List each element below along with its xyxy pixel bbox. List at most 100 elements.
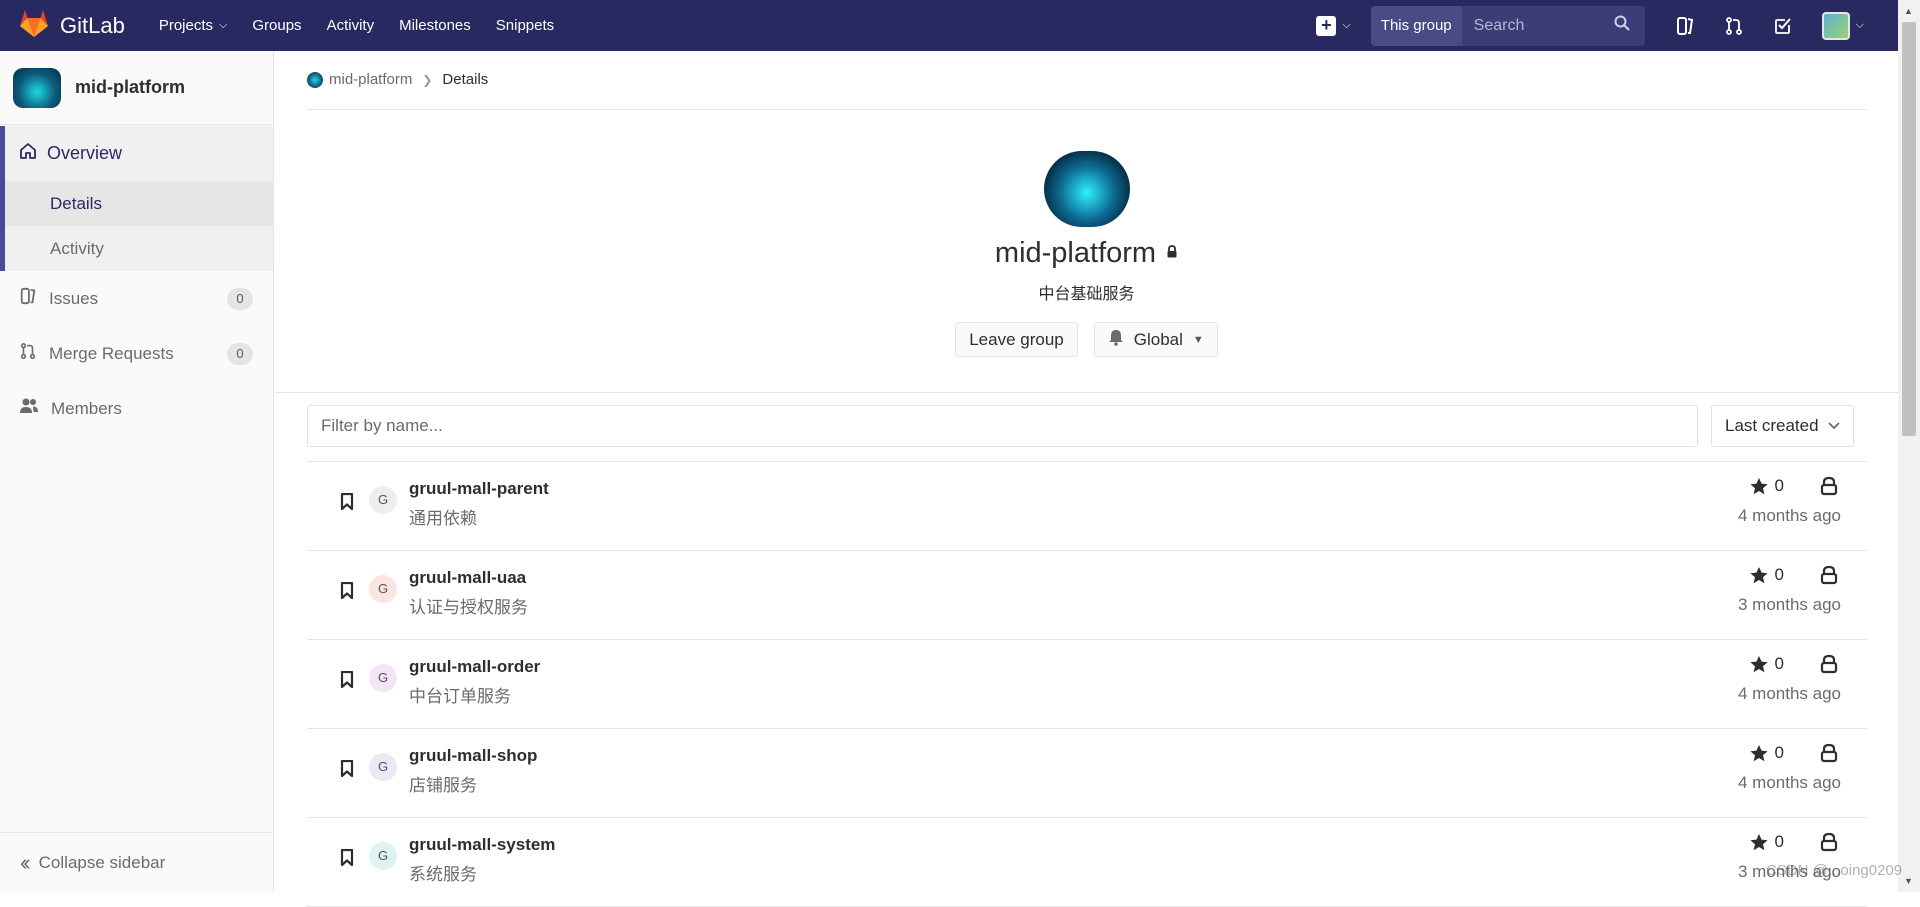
star-count: 0 bbox=[1749, 743, 1784, 763]
chevron-right-icon: ❯ bbox=[422, 72, 433, 87]
collapse-sidebar-label: Collapse sidebar bbox=[38, 852, 166, 872]
home-icon bbox=[19, 142, 47, 165]
breadcrumb-current[interactable]: Details bbox=[442, 71, 488, 88]
project-row[interactable]: G gruul-mall-uaa 认证与授权服务 0 3 months ago bbox=[307, 551, 1867, 640]
sidebar-item-label: Issues bbox=[49, 288, 99, 308]
bookmark-icon[interactable] bbox=[340, 492, 354, 515]
nav-groups[interactable]: Groups bbox=[252, 17, 301, 34]
star-count: 0 bbox=[1749, 565, 1784, 585]
collapse-sidebar-button[interactable]: ‹‹ Collapse sidebar bbox=[0, 832, 273, 892]
filter-by-name-input[interactable] bbox=[307, 405, 1698, 447]
sidebar-group-header[interactable]: mid-platform bbox=[0, 51, 273, 125]
updated-time: 4 months ago bbox=[1737, 773, 1841, 792]
nav-milestones[interactable]: Milestones bbox=[399, 17, 471, 34]
bookmark-icon[interactable] bbox=[340, 670, 354, 693]
project-list: G gruul-mall-parent 通用依赖 0 4 months ago … bbox=[307, 461, 1867, 907]
project-row[interactable]: G gruul-mall-order 中台订单服务 0 4 months ago bbox=[307, 640, 1867, 729]
private-lock-icon bbox=[1820, 565, 1838, 590]
project-name-link[interactable]: gruul-mall-uaa bbox=[409, 568, 526, 588]
star-icon bbox=[1749, 477, 1768, 494]
project-name-link[interactable]: gruul-mall-parent bbox=[409, 479, 549, 499]
sidebar-item-details[interactable]: Details bbox=[5, 181, 273, 226]
sidebar-item-label: Members bbox=[51, 398, 122, 418]
nav-activity[interactable]: Activity bbox=[327, 17, 375, 34]
top-navbar: GitLab Projects ⌵ Groups Activity Milesto… bbox=[0, 0, 1898, 51]
project-name-link[interactable]: gruul-mall-order bbox=[409, 657, 540, 677]
sidebar-item-merge-requests[interactable]: Merge Requests 0 bbox=[0, 326, 273, 381]
sort-label: Last created bbox=[1725, 416, 1819, 435]
issues-count-badge: 0 bbox=[227, 287, 253, 310]
sort-dropdown-button[interactable]: Last created bbox=[1711, 405, 1854, 447]
bell-icon bbox=[1108, 329, 1134, 351]
search-icon[interactable] bbox=[1614, 15, 1630, 36]
group-avatar-large bbox=[1043, 151, 1130, 227]
project-description: 店铺服务 bbox=[409, 776, 477, 795]
user-menu-button[interactable]: ⌵ bbox=[1821, 11, 1864, 40]
breadcrumb-divider bbox=[307, 109, 1867, 110]
star-count: 0 bbox=[1749, 476, 1784, 496]
user-avatar bbox=[1821, 11, 1850, 40]
private-lock-icon bbox=[1820, 654, 1838, 679]
star-icon bbox=[1749, 744, 1768, 761]
leave-group-button[interactable]: Leave group bbox=[955, 322, 1078, 357]
nav-projects[interactable]: Projects ⌵ bbox=[159, 17, 228, 34]
search-form: This group bbox=[1370, 5, 1645, 46]
issues-icon bbox=[19, 287, 49, 310]
notification-dropdown-button[interactable]: Global ▼ bbox=[1093, 322, 1218, 357]
updated-time: 4 months ago bbox=[1737, 684, 1841, 703]
filter-bar: Last created bbox=[307, 405, 1867, 447]
chevron-down-icon bbox=[1827, 418, 1841, 438]
star-count: 0 bbox=[1749, 654, 1784, 674]
project-name-link[interactable]: gruul-mall-system bbox=[409, 835, 555, 855]
sidebar-item-overview[interactable]: Overview bbox=[5, 126, 273, 181]
project-avatar: G bbox=[369, 753, 397, 781]
nav-snippets[interactable]: Snippets bbox=[496, 17, 554, 34]
sidebar-item-issues[interactable]: Issues 0 bbox=[0, 271, 273, 326]
notification-level-label: Global bbox=[1133, 329, 1183, 349]
sidebar-item-members[interactable]: Members bbox=[0, 381, 273, 436]
bookmark-icon[interactable] bbox=[340, 848, 354, 871]
project-row[interactable]: G gruul-mall-parent 通用依赖 0 4 months ago bbox=[307, 462, 1867, 551]
search-input[interactable] bbox=[1473, 16, 1614, 35]
breadcrumb-group-link[interactable]: mid-platform bbox=[329, 71, 412, 88]
scrollbar-thumb[interactable] bbox=[1902, 22, 1916, 436]
project-description: 认证与授权服务 bbox=[409, 598, 528, 617]
double-chevron-left-icon: ‹‹ bbox=[20, 849, 30, 875]
project-description: 系统服务 bbox=[409, 865, 477, 884]
private-lock-icon bbox=[1820, 476, 1838, 501]
merge-request-icon bbox=[19, 342, 49, 365]
search-scope-badge[interactable]: This group bbox=[1370, 5, 1462, 46]
project-description: 通用依赖 bbox=[409, 509, 477, 528]
sidebar-group-name: mid-platform bbox=[75, 77, 185, 97]
main-nav: Projects ⌵ Groups Activity Milestones Sni… bbox=[159, 0, 579, 51]
watermark: CSDN @...oing0209 bbox=[1766, 862, 1903, 879]
merge-request-icon[interactable] bbox=[1710, 0, 1759, 51]
scroll-down-arrow-icon[interactable]: ▼ bbox=[1904, 876, 1914, 886]
chevron-down-icon: ⌵ bbox=[219, 19, 228, 31]
project-avatar: G bbox=[369, 664, 397, 692]
group-sidebar: mid-platform Overview Details Activity I… bbox=[0, 51, 274, 892]
project-row[interactable]: G gruul-mall-shop 店铺服务 0 4 months ago bbox=[307, 729, 1867, 818]
chevron-down-icon: ⌵ bbox=[1342, 19, 1351, 31]
sidebar-item-activity[interactable]: Activity bbox=[5, 226, 273, 271]
bookmark-icon[interactable] bbox=[340, 759, 354, 782]
star-icon bbox=[1749, 833, 1768, 850]
sidebar-overview-section: Overview Details Activity bbox=[0, 126, 273, 271]
scroll-up-arrow-icon[interactable]: ▲ bbox=[1904, 6, 1914, 16]
brand-name: GitLab bbox=[60, 12, 125, 38]
todo-icon[interactable] bbox=[1759, 0, 1808, 51]
users-icon bbox=[19, 397, 51, 420]
issues-icon[interactable] bbox=[1661, 0, 1710, 51]
bookmark-icon[interactable] bbox=[340, 581, 354, 604]
breadcrumb: mid-platform ❯ Details bbox=[307, 71, 488, 88]
new-dropdown-button[interactable]: + ⌵ bbox=[1316, 15, 1351, 36]
page-scrollbar[interactable]: ▲ ▼ bbox=[1898, 0, 1920, 892]
project-row[interactable]: G gruul-mall-system 系统服务 0 3 months ago bbox=[307, 818, 1867, 907]
section-divider bbox=[275, 392, 1898, 393]
sidebar-item-label: Overview bbox=[47, 143, 123, 163]
private-lock-icon bbox=[1820, 743, 1838, 768]
project-name-link[interactable]: gruul-mall-shop bbox=[409, 746, 537, 766]
chevron-down-icon: ⌵ bbox=[1855, 19, 1864, 31]
project-avatar: G bbox=[369, 575, 397, 603]
gitlab-home-link[interactable]: GitLab bbox=[18, 0, 125, 51]
